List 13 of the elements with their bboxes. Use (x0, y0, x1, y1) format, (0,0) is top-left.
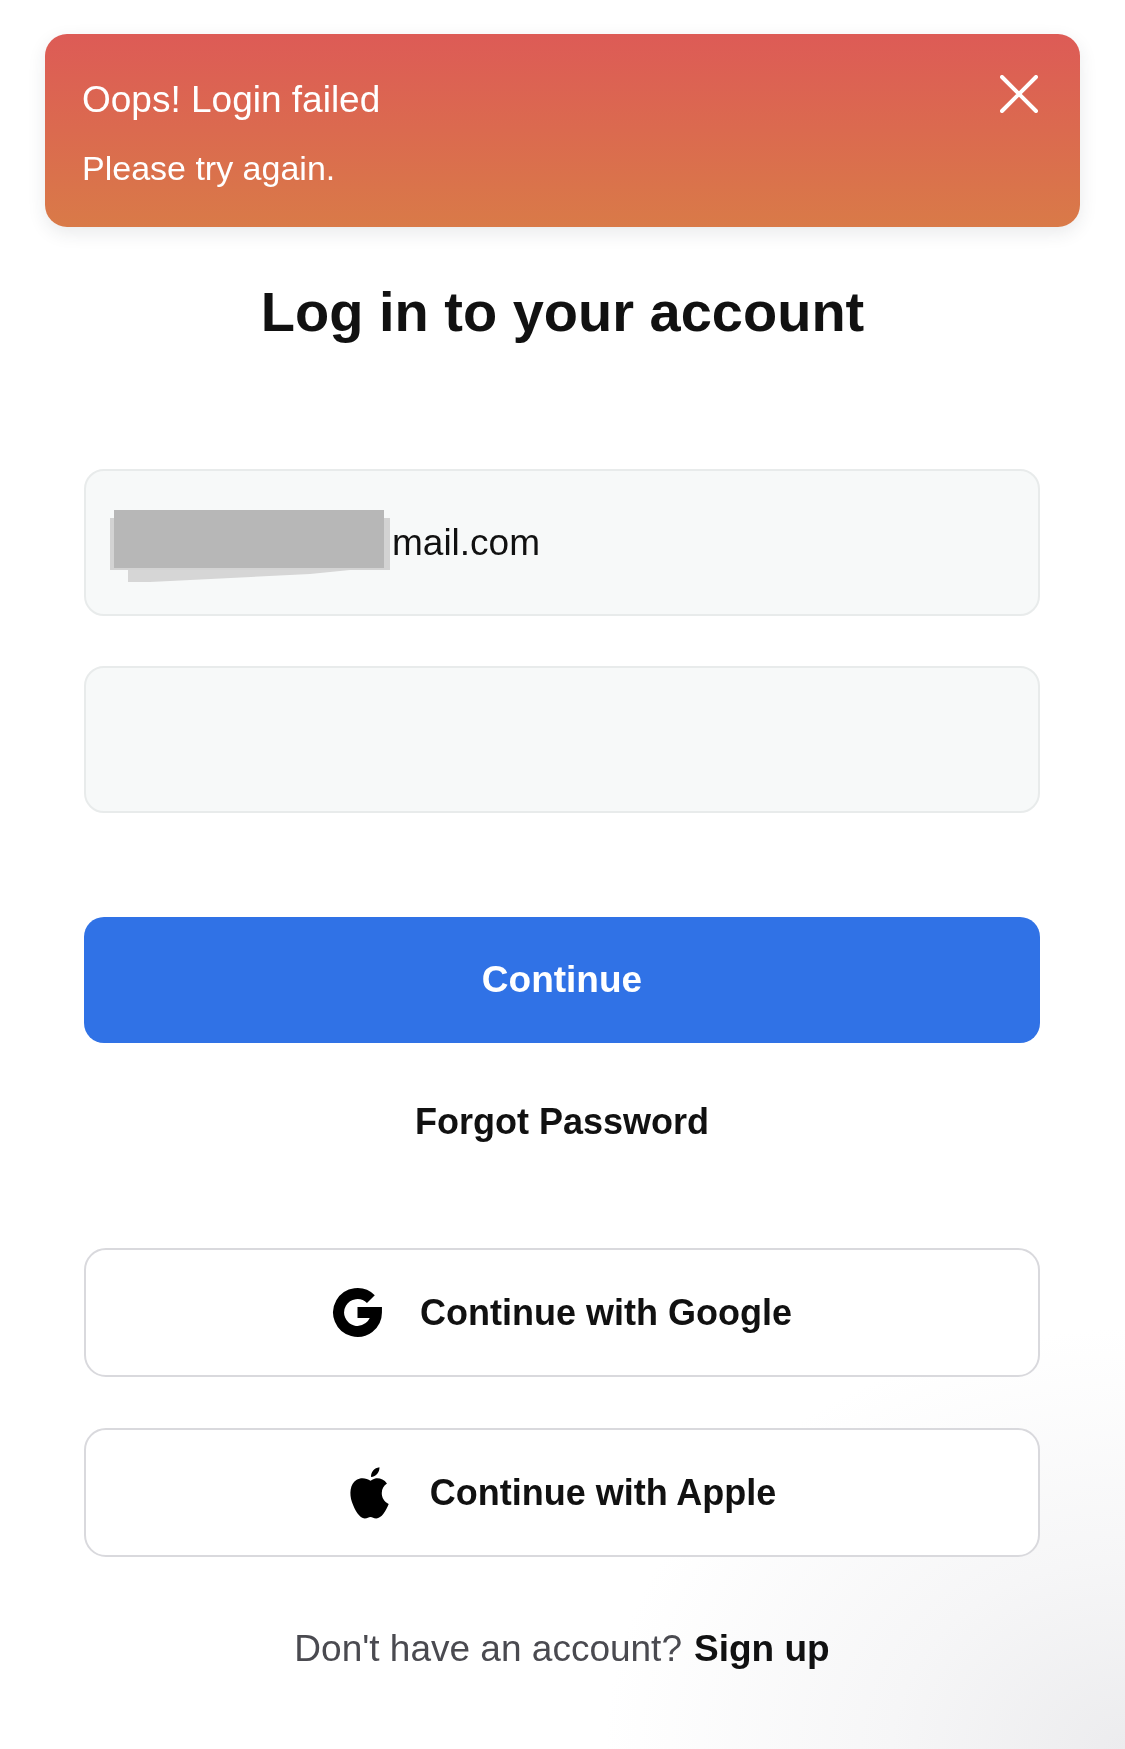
signup-prompt: Don't have an account? (294, 1627, 682, 1671)
close-icon (1000, 75, 1038, 113)
google-sign-in-button[interactable]: Continue with Google (84, 1248, 1040, 1377)
toast-title: Oops! Login failed (82, 78, 381, 122)
toast-message: Please try again. (82, 148, 336, 189)
email-field[interactable]: mail.com (84, 469, 1040, 616)
continue-button[interactable]: Continue (84, 917, 1040, 1043)
forgot-password-link[interactable]: Forgot Password (415, 1100, 709, 1143)
sign-up-link[interactable]: Sign up (694, 1627, 830, 1671)
close-button[interactable] (1000, 75, 1038, 113)
apple-sign-in-button[interactable]: Continue with Apple (84, 1428, 1040, 1557)
page-heading: Log in to your account (260, 279, 865, 345)
g-logo-icon (332, 1287, 383, 1338)
